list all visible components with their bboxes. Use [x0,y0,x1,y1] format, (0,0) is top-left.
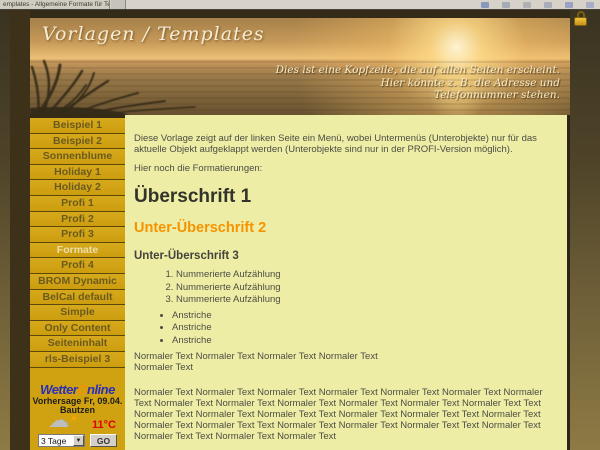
sidebar-item-profi-1[interactable]: Profi 1 [30,196,125,212]
toolbar-icon[interactable] [523,2,531,8]
tagline-line: Dies ist eine Kopfzeile, die auf allen S… [276,64,560,77]
numbered-list-item: Nummerierte Aufzählung [176,269,555,282]
sidebar-item-formate[interactable]: Formate [30,243,125,259]
browser-tab-bar: emplates - Allgemeine Formate für Texte … [0,0,600,10]
sidebar-item-belcal-default[interactable]: BelCal default [30,290,125,306]
sidebar-item-profi-2[interactable]: Profi 2 [30,212,125,228]
weather-controls: 3 Tage ▼ GO [30,434,125,447]
sun-icon: ☀ [68,411,80,427]
heading-3: Unter-Überschrift 3 [134,250,555,263]
sidebar-item-beispiel-1[interactable]: Beispiel 1 [30,118,125,134]
browser-tab-stub[interactable] [111,0,126,9]
site-title: Vorlagen / Templates [42,23,265,45]
sidebar-item-seiteninhalt[interactable]: Seiteninhalt [30,336,125,352]
browser-tab[interactable]: emplates - Allgemeine Formate für Texte … [0,0,110,9]
browser-toolbar-icons [481,2,594,8]
toolbar-icon[interactable] [565,2,573,8]
sidebar-item-simple[interactable]: Simple [30,305,125,321]
cloud-icon: ☁ [48,408,69,433]
sidebar-item-profi-4[interactable]: Profi 4 [30,258,125,274]
sidebar-item-profi-3[interactable]: Profi 3 [30,227,125,243]
heading-2: Unter-Überschrift 2 [134,220,555,237]
bullet-list-item: Anstriche [172,335,555,348]
main-content: Diese Vorlage zeigt auf der linken Seite… [125,115,570,450]
toolbar-icon[interactable] [481,2,489,8]
normal-text-line: Normaler Text [134,362,193,373]
sidebar-item-holiday-1[interactable]: Holiday 1 [30,165,125,181]
numbered-list-item: Nummerierte Aufzählung [176,282,555,295]
dune-grass-icon [30,59,260,115]
page-background: Vorlagen / Templates Dies ist eine Kopfz… [0,10,600,450]
numbered-list-item: Nummerierte Aufzählung [176,294,555,307]
tagline-line: Hier könnte z. B. die Adresse und [276,77,560,90]
normal-text-paragraph: Normaler Text Normaler Text Normaler Tex… [134,351,555,373]
weather-temperature: 11°C [92,419,116,431]
toolbar-icon[interactable] [586,2,594,8]
logo-text: nline [87,382,115,397]
logo-sun-o-icon: O [77,382,87,397]
bullet-list: AnstricheAnstricheAnstriche [134,310,555,348]
forecast-range-select[interactable]: 3 Tage ▼ [38,434,85,447]
sidebar: Beispiel 1Beispiel 2SonnenblumeHoliday 1… [30,115,125,450]
site-container: Vorlagen / Templates Dies ist eine Kopfz… [10,10,570,450]
normal-text-line: Normaler Text Normaler Text Normaler Tex… [134,351,378,362]
tagline-line: Telefonnummer stehen. [276,89,560,102]
toolbar-icon[interactable] [502,2,510,8]
logo-text: Wetter [40,382,77,397]
intro-paragraph: Diese Vorlage zeigt auf der linken Seite… [134,133,555,155]
intro-paragraph-2: Hier noch die Formatierungen: [134,163,555,174]
sidebar-menu: Beispiel 1Beispiel 2SonnenblumeHoliday 1… [30,115,125,368]
bullet-list-item: Anstriche [172,310,555,323]
weather-widget: WetterOnline Vorhersage Fr, 09.04. Bautz… [30,383,125,447]
forecast-range-value: 3 Tage [41,436,66,446]
site-left-border [10,10,30,450]
toolbar-icon[interactable] [544,2,552,8]
site-header-image: Vorlagen / Templates Dies ist eine Kopfz… [30,18,570,115]
cloud-sun-icon: ☀ ☁ [46,413,88,431]
sidebar-item-rls-beispiel-3[interactable]: rls-Beispiel 3 [30,352,125,368]
lock-icon [574,11,588,26]
wetteronline-logo[interactable]: WetterOnline [30,383,125,396]
sidebar-item-holiday-2[interactable]: Holiday 2 [30,180,125,196]
header-tagline: Dies ist eine Kopfzeile, die auf allen S… [276,64,560,102]
bullet-list-item: Anstriche [172,322,555,335]
screen: emplates - Allgemeine Formate für Texte … [0,0,600,450]
normal-text-paragraph-long: Normaler Text Normaler Text Normaler Tex… [134,387,555,442]
go-button[interactable]: GO [90,434,117,447]
sidebar-item-beispiel-2[interactable]: Beispiel 2 [30,134,125,150]
sidebar-item-sonnenblume[interactable]: Sonnenblume [30,149,125,165]
sidebar-item-brom-dynamic[interactable]: BROM Dynamic [30,274,125,290]
chevron-down-icon[interactable]: ▼ [73,435,84,446]
numbered-list: Nummerierte AufzählungNummerierte Aufzäh… [134,269,555,307]
lock-body [574,17,587,26]
weather-row: ☀ ☁ 11°C [30,415,125,432]
sidebar-item-only-content[interactable]: Only Content [30,321,125,337]
browser-tab-title: emplates - Allgemeine Formate für Texte … [3,1,110,8]
heading-1: Überschrift 1 [134,186,555,208]
